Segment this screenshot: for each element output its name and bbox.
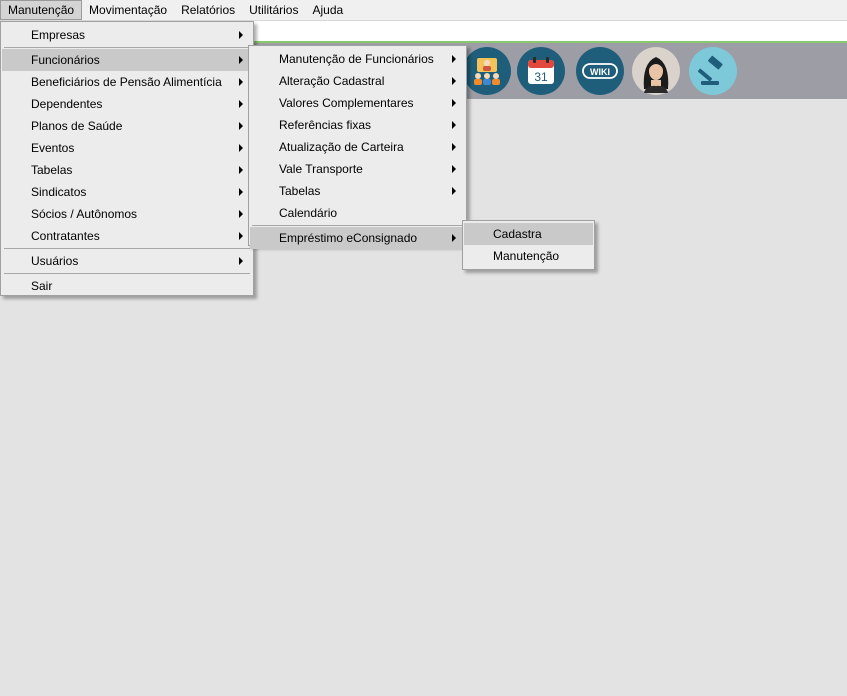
menu-item-empresas[interactable]: Empresas <box>2 24 252 46</box>
menu-item-planos-de-saude[interactable]: Planos de Saúde <box>2 115 252 137</box>
submenu-arrow-icon <box>452 77 456 85</box>
menu-item-tabelas[interactable]: Tabelas <box>2 159 252 181</box>
employees-group-icon[interactable] <box>463 47 511 95</box>
gavel-icon[interactable] <box>689 47 737 95</box>
menu-item-label: Sócios / Autônomos <box>31 207 138 221</box>
menu-item-label: Manutenção de Funcionários <box>279 52 434 66</box>
menu-item-alteracao-cadastral[interactable]: Alteração Cadastral <box>250 70 465 92</box>
submenu-arrow-icon <box>239 232 243 240</box>
menu-item-label: Planos de Saúde <box>31 119 123 133</box>
submenu-arrow-icon <box>239 56 243 64</box>
submenu-arrow-icon <box>239 144 243 152</box>
submenu-arrow-icon <box>239 122 243 130</box>
calendar-icon-day: 31 <box>534 70 548 84</box>
menu-item-label: Empréstimo eConsignado <box>279 231 418 245</box>
menu-item-dependentes[interactable]: Dependentes <box>2 93 252 115</box>
menu-item-label: Eventos <box>31 141 75 155</box>
menubar-movimentacao[interactable]: Movimentação <box>82 0 174 20</box>
menu-item-tabelas-funcionarios[interactable]: Tabelas <box>250 180 465 202</box>
menu-item-beneficiarios[interactable]: Beneficiários de Pensão Alimentícia <box>2 71 252 93</box>
menu-item-atualizacao-de-carteira[interactable]: Atualização de Carteira <box>250 136 465 158</box>
menu-item-label: Sindicatos <box>31 185 87 199</box>
menu-manutencao: Empresas Funcionários Beneficiários de P… <box>0 21 254 296</box>
menu-item-label: Contratantes <box>31 229 100 243</box>
submenu-arrow-icon <box>452 187 456 195</box>
submenu-emprestimo-econsignado: Cadastra Manutenção <box>462 220 595 270</box>
menu-item-valores-complementares[interactable]: Valores Complementares <box>250 92 465 114</box>
menu-item-label: Dependentes <box>31 97 103 111</box>
menu-item-vale-transporte[interactable]: Vale Transporte <box>250 158 465 180</box>
menu-separator <box>252 225 463 226</box>
menu-item-label: Manutenção <box>493 249 560 263</box>
menu-item-label: Empresas <box>31 28 86 42</box>
submenu-arrow-icon <box>452 55 456 63</box>
menu-item-eventos[interactable]: Eventos <box>2 137 252 159</box>
submenu-arrow-icon <box>239 31 243 39</box>
menu-item-label: Vale Transporte <box>279 162 363 176</box>
menu-item-label: Sair <box>31 279 53 293</box>
menu-item-sindicatos[interactable]: Sindicatos <box>2 181 252 203</box>
menu-item-usuarios[interactable]: Usuários <box>2 250 252 272</box>
menu-item-label: Calendário <box>279 206 338 220</box>
menu-item-label: Usuários <box>31 254 79 268</box>
menu-separator <box>4 248 250 249</box>
submenu-arrow-icon <box>452 143 456 151</box>
menu-separator <box>4 47 250 48</box>
menubar-ajuda[interactable]: Ajuda <box>305 0 350 20</box>
menu-item-label: Referências fixas <box>279 118 372 132</box>
menu-item-funcionarios[interactable]: Funcionários <box>2 49 252 71</box>
menu-item-manutencao-de-funcionarios[interactable]: Manutenção de Funcionários <box>250 48 465 70</box>
menu-item-cadastra[interactable]: Cadastra <box>464 223 593 245</box>
menu-item-label: Tabelas <box>279 184 321 198</box>
menu-item-referencias-fixas[interactable]: Referências fixas <box>250 114 465 136</box>
menu-item-label: Beneficiários de Pensão Alimentícia <box>31 75 222 89</box>
menu-item-label: Alteração Cadastral <box>279 74 385 88</box>
menubar-relatorios[interactable]: Relatórios <box>174 0 242 20</box>
menu-item-label: Cadastra <box>493 227 542 241</box>
menu-item-emprestimo-econsignado[interactable]: Empréstimo eConsignado <box>250 227 465 249</box>
submenu-arrow-icon <box>239 166 243 174</box>
submenu-arrow-icon <box>452 99 456 107</box>
menu-bar: Manutenção Movimentação Relatórios Utili… <box>0 0 847 21</box>
submenu-arrow-icon <box>452 121 456 129</box>
calendar-icon[interactable]: 31 <box>517 47 565 95</box>
menu-item-label: Valores Complementares <box>279 96 414 110</box>
submenu-arrow-icon <box>239 257 243 265</box>
submenu-funcionarios: Manutenção de Funcionários Alteração Cad… <box>248 45 467 249</box>
submenu-arrow-icon <box>239 188 243 196</box>
submenu-arrow-icon <box>239 210 243 218</box>
menu-item-sair[interactable]: Sair <box>2 275 252 297</box>
menu-item-label: Atualização de Carteira <box>279 140 404 154</box>
submenu-arrow-icon <box>452 165 456 173</box>
menu-item-manutencao-consignado[interactable]: Manutenção <box>464 245 593 267</box>
submenu-arrow-icon <box>239 100 243 108</box>
menu-item-calendario[interactable]: Calendário <box>250 202 465 224</box>
menubar-utilitarios[interactable]: Utilitários <box>242 0 305 20</box>
menu-separator <box>4 273 250 274</box>
wiki-icon-text: WIKI <box>590 67 610 77</box>
menu-item-label: Tabelas <box>31 163 73 177</box>
assistant-avatar-icon[interactable] <box>632 47 680 95</box>
menubar-manutencao[interactable]: Manutenção <box>0 0 83 20</box>
menu-item-socios-autonomos[interactable]: Sócios / Autônomos <box>2 203 252 225</box>
submenu-arrow-icon <box>452 234 456 242</box>
submenu-arrow-icon <box>239 78 243 86</box>
menu-item-contratantes[interactable]: Contratantes <box>2 225 252 247</box>
wiki-icon[interactable]: WIKI <box>576 47 624 95</box>
menu-item-label: Funcionários <box>31 53 100 67</box>
